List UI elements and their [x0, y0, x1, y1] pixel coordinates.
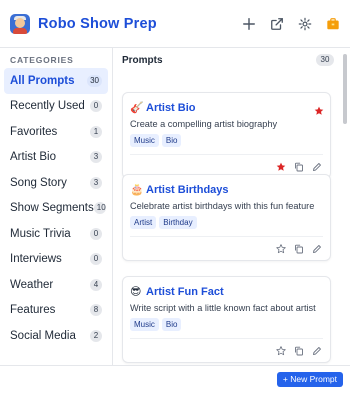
- copy-icon[interactable]: [294, 162, 304, 172]
- prompt-card[interactable]: 🎸 Artist Bio Create a compelling artist …: [122, 92, 331, 179]
- card-title[interactable]: Artist Birthdays: [146, 184, 229, 196]
- sidebar-item-label: All Prompts: [10, 74, 75, 87]
- sidebar-item-label: Interviews: [10, 253, 62, 266]
- sidebar-item-label: Artist Bio: [10, 151, 57, 164]
- sidebar-item-music-trivia[interactable]: Music Trivia 0: [4, 221, 108, 247]
- card-description: Write script with a little known fact ab…: [130, 303, 316, 313]
- prompts-title: Prompts: [122, 54, 163, 66]
- sidebar-item-label: Social Media: [10, 329, 76, 342]
- sidebar-item-features[interactable]: Features 8: [4, 298, 108, 324]
- count-badge: 3: [90, 151, 102, 164]
- plus-icon[interactable]: [242, 17, 256, 31]
- tag[interactable]: Music: [130, 134, 159, 147]
- favorite-toggle-star-icon[interactable]: [276, 162, 286, 172]
- tag[interactable]: Music: [130, 318, 159, 331]
- sidebar-item-weather[interactable]: Weather 4: [4, 272, 108, 298]
- sidebar: CATEGORIES All Prompts 30 Recently Used …: [0, 48, 113, 365]
- prompts-count-badge: 30: [316, 54, 334, 66]
- sidebar-item-social-media[interactable]: Social Media 2: [4, 323, 108, 349]
- favorite-toggle-star-icon[interactable]: [276, 244, 286, 254]
- sidebar-item-all-prompts[interactable]: All Prompts 30: [4, 68, 108, 94]
- edit-pencil-icon[interactable]: [312, 244, 322, 254]
- card-description: Create a compelling artist biography: [130, 119, 278, 129]
- card-title[interactable]: Artist Bio: [146, 102, 196, 114]
- count-badge: 30: [87, 74, 102, 87]
- count-badge: 0: [90, 253, 102, 266]
- tag[interactable]: Birthday: [159, 216, 197, 229]
- card-tags: Artist Birthday: [130, 216, 197, 229]
- sidebar-item-label: Features: [10, 304, 56, 317]
- copy-icon[interactable]: [294, 346, 304, 356]
- birthday-cake-emoji-icon: 🎂: [130, 184, 144, 196]
- sunglasses-emoji-icon: 😎: [130, 286, 142, 298]
- count-badge: 8: [90, 304, 102, 317]
- external-link-icon[interactable]: [270, 17, 284, 31]
- card-actions: [276, 162, 322, 172]
- sidebar-item-interviews[interactable]: Interviews 0: [4, 247, 108, 273]
- count-badge: 2: [90, 329, 102, 342]
- edit-pencil-icon[interactable]: [312, 346, 322, 356]
- prompts-header: Prompts 30: [114, 48, 350, 72]
- new-prompt-button[interactable]: + New Prompt: [276, 372, 343, 387]
- card-tags: Music Bio: [130, 318, 182, 331]
- card-divider: [130, 338, 323, 339]
- header-actions: [242, 17, 340, 31]
- sidebar-item-show-segments[interactable]: Show Segments 10: [4, 196, 108, 222]
- card-tags: Music Bio: [130, 134, 182, 147]
- card-divider: [130, 154, 323, 155]
- count-badge: 1: [90, 125, 102, 138]
- tag[interactable]: Artist: [130, 216, 157, 229]
- sidebar-item-label: Song Story: [10, 176, 67, 189]
- count-badge: 0: [90, 227, 102, 240]
- card-actions: [276, 346, 322, 356]
- gear-icon[interactable]: [298, 17, 312, 31]
- briefcase-icon[interactable]: [326, 17, 340, 31]
- footer: + New Prompt: [0, 365, 350, 400]
- guitar-emoji-icon: 🎸: [130, 102, 144, 114]
- card-actions: [276, 244, 322, 254]
- sidebar-item-label: Weather: [10, 278, 54, 291]
- count-badge: 0: [90, 100, 102, 113]
- tag[interactable]: Bio: [161, 134, 182, 147]
- edit-pencil-icon[interactable]: [312, 162, 322, 172]
- sidebar-item-label: Recently Used: [10, 100, 85, 113]
- card-title-row: 😎 Artist Fun Fact: [130, 286, 324, 298]
- prompt-card[interactable]: 🎂 Artist Birthdays Celebrate artist birt…: [122, 174, 331, 261]
- card-title-row: 🎸 Artist Bio: [130, 102, 324, 115]
- sidebar-item-label: Show Segments: [10, 202, 94, 215]
- card-divider: [130, 236, 323, 237]
- app-header: Robo Show Prep: [0, 0, 350, 48]
- prompt-card[interactable]: 😎 Artist Fun Fact Write script with a li…: [122, 276, 331, 363]
- app-logo: [10, 13, 30, 34]
- sidebar-item-song-story[interactable]: Song Story 3: [4, 170, 108, 196]
- count-badge: 3: [90, 176, 102, 189]
- count-badge: 10: [93, 202, 106, 215]
- categories-heading: CATEGORIES: [10, 55, 74, 65]
- sidebar-item-label: Music Trivia: [10, 227, 71, 240]
- tag[interactable]: Bio: [161, 318, 182, 331]
- card-title[interactable]: Artist Fun Fact: [146, 286, 224, 298]
- prompts-panel: Prompts 30 🎸 Artist Bio Create a compell…: [114, 48, 350, 365]
- copy-icon[interactable]: [294, 244, 304, 254]
- count-badge: 4: [90, 278, 102, 291]
- sidebar-item-label: Favorites: [10, 125, 58, 138]
- sidebar-item-artist-bio[interactable]: Artist Bio 3: [4, 145, 108, 171]
- scrollbar-thumb[interactable]: [343, 54, 347, 124]
- card-title-row: 🎂 Artist Birthdays: [130, 184, 324, 196]
- favorite-toggle-star-icon[interactable]: [276, 346, 286, 356]
- sidebar-item-favorites[interactable]: Favorites 1: [4, 119, 108, 145]
- favorite-star-icon: [314, 103, 324, 115]
- card-description: Celebrate artist birthdays with this fun…: [130, 201, 315, 211]
- app-title: Robo Show Prep: [38, 15, 157, 32]
- sidebar-item-recently-used[interactable]: Recently Used 0: [4, 94, 108, 120]
